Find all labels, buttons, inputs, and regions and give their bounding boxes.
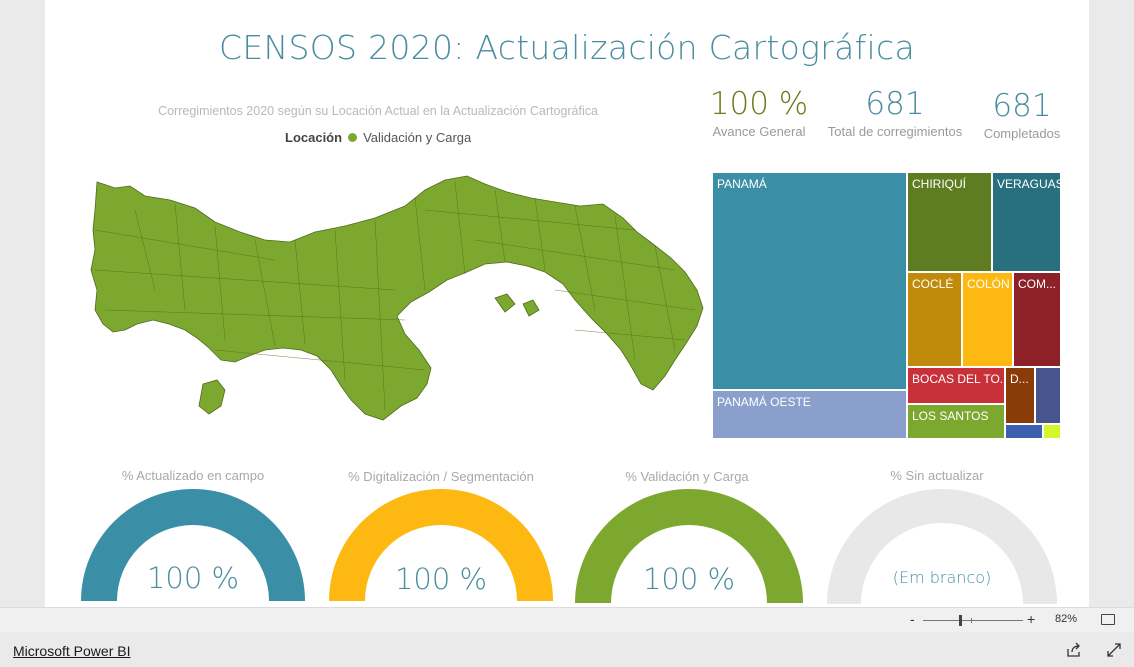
tile-label: COCLÉ — [912, 277, 954, 291]
kpi-value: 681 — [865, 86, 925, 122]
report-canvas: CENSOS 2020: Actualización Cartográfica … — [45, 0, 1089, 607]
panama-map[interactable] — [75, 170, 715, 430]
tile-label: PANAMÁ — [717, 177, 767, 191]
tile-label: D... — [1010, 372, 1029, 386]
treemap-tile-comarca[interactable]: COM... — [1013, 272, 1061, 367]
zoom-bar: - + 82% — [0, 607, 1134, 632]
gauge-title-campo: % Actualizado en campo — [121, 468, 265, 483]
treemap-tile-colon[interactable]: COLÓN — [962, 272, 1013, 367]
tile-label: BOCAS DEL TO... — [912, 372, 1005, 386]
tile-label: VERAGUAS — [997, 177, 1061, 191]
gauge-value-validacion: 100 % — [642, 562, 736, 596]
treemap-tile-darien[interactable]: D... — [1005, 367, 1035, 424]
gauge-value-digitalizacion: 100 % — [394, 562, 488, 596]
zoom-in-button[interactable]: + — [1027, 611, 1035, 627]
tile-label: CHIRIQUÍ — [912, 177, 966, 191]
treemap-tile-cocle[interactable]: COCLÉ — [907, 272, 962, 367]
kpi-avance: 100 % Avance General — [700, 86, 818, 139]
kpi-value: 681 — [992, 88, 1052, 124]
gauge-value-sin-actualizar: (Em branco) — [892, 568, 992, 587]
tile-label: COLÓN — [967, 277, 1010, 291]
treemap-tile-small-lime[interactable] — [1043, 424, 1061, 439]
treemap-tile-veraguas[interactable]: VERAGUAS — [992, 172, 1061, 272]
fullscreen-icon[interactable] — [1106, 642, 1122, 658]
zoom-slider-thumb[interactable] — [959, 615, 962, 626]
treemap-tile-los-santos[interactable]: LOS SANTOS — [907, 404, 1005, 439]
legend-dot — [348, 133, 358, 142]
treemap-tile-small-blue[interactable] — [1005, 424, 1043, 439]
tile-label: COM... — [1018, 277, 1056, 291]
kpi-completados: 681 Completados — [975, 88, 1069, 141]
tile-label: LOS SANTOS — [912, 409, 989, 423]
legend-item[interactable]: Validación y Carga — [363, 130, 471, 145]
map-legend: Locación Validación y Carga — [285, 130, 471, 145]
kpi-caption: Completados — [983, 126, 1061, 141]
treemap-tile-chiriqui[interactable]: CHIRIQUÍ — [907, 172, 992, 272]
treemap-tile-panama-oeste[interactable]: PANAMÁ OESTE — [712, 390, 907, 439]
fit-to-page-icon[interactable] — [1101, 614, 1115, 625]
zoom-slider-tick — [971, 618, 972, 623]
gauge-title-sin-actualizar: % Sin actualizar — [890, 468, 984, 483]
right-gutter — [1089, 0, 1134, 607]
gauge-title-digitalizacion: % Digitalización / Segmentación — [348, 469, 534, 484]
power-bi-link[interactable]: Microsoft Power BI — [13, 643, 130, 659]
zoom-out-button[interactable]: - — [910, 611, 915, 627]
tile-label: PANAMÁ OESTE — [717, 395, 811, 409]
province-treemap[interactable]: PANAMÁ PANAMÁ OESTE CHIRIQUÍ VERAGUAS CO… — [712, 172, 1061, 439]
report-title: CENSOS 2020: Actualización Cartográfica — [219, 28, 915, 67]
treemap-tile-panama[interactable]: PANAMÁ — [712, 172, 907, 390]
kpi-value: 100 % — [709, 86, 809, 122]
gauge-title-validacion: % Validación y Carga — [625, 469, 749, 484]
share-icon[interactable] — [1066, 642, 1082, 658]
kpi-caption: Total de corregimientos — [827, 124, 963, 139]
zoom-slider-track[interactable] — [923, 620, 1023, 621]
kpi-caption: Avance General — [712, 124, 806, 139]
zoom-percent: 82% — [1055, 613, 1078, 625]
kpi-total: 681 Total de corregimientos — [823, 86, 967, 139]
gauge-value-campo: 100 % — [146, 561, 240, 595]
gauge-sin-actualizar[interactable] — [827, 489, 1057, 607]
treemap-tile-bocas[interactable]: BOCAS DEL TO... — [907, 367, 1005, 404]
treemap-tile-herrera[interactable] — [1035, 367, 1061, 424]
left-gutter — [0, 0, 45, 607]
footer-bar: Microsoft Power BI — [0, 632, 1134, 667]
legend-label: Locación — [285, 130, 343, 145]
map-title: Corregimientos 2020 según su Locación Ac… — [158, 104, 598, 118]
